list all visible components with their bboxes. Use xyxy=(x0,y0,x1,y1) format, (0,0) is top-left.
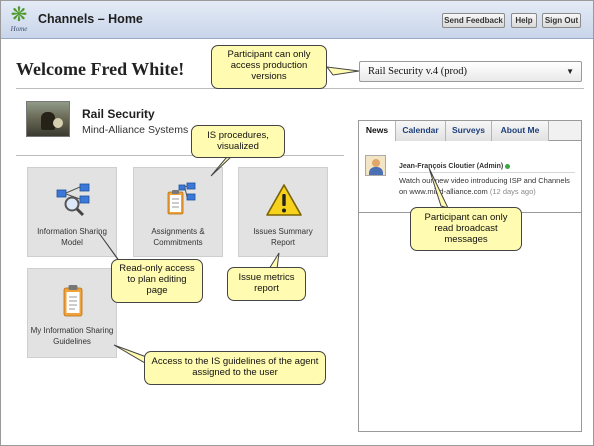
help-button[interactable]: Help xyxy=(511,13,537,28)
tab-about-me[interactable]: About Me xyxy=(492,121,549,141)
channels-home-page: ❋ Home Channels – Home Send Feedback Hel… xyxy=(0,0,594,446)
home-logo[interactable]: ❋ Home xyxy=(6,5,32,35)
avatar xyxy=(365,155,386,176)
callout-read-only-access: Read-only access to plan editing page xyxy=(111,259,203,303)
tile-label: Information Sharing Model xyxy=(37,227,107,247)
tile-assignments-commitments[interactable]: Assignments & Commitments xyxy=(133,167,223,257)
top-bar: ❋ Home Channels – Home Send Feedback Hel… xyxy=(1,1,593,39)
callout-issue-metrics: Issue metrics report xyxy=(227,267,306,301)
callout-production-versions: Participant can only access production v… xyxy=(211,45,327,89)
logo-caption: Home xyxy=(10,25,28,33)
avatar-body xyxy=(369,167,383,175)
news-message-text: Watch our new video introducing ISP and … xyxy=(399,176,570,196)
plan-version-select[interactable]: Rail Security v.4 (prod) ▼ xyxy=(359,61,582,82)
tab-news[interactable]: News xyxy=(359,121,396,142)
snowflake-logo-icon: ❋ xyxy=(10,4,28,26)
network-search-icon xyxy=(56,183,90,217)
news-divider xyxy=(399,172,575,173)
warning-icon xyxy=(266,184,302,216)
tab-surveys[interactable]: Surveys xyxy=(446,121,492,141)
dropdown-arrow-icon: ▼ xyxy=(566,67,574,76)
social-panel: News Calendar Surveys About Me Jean-Fran… xyxy=(358,120,582,432)
tile-label: Assignments & Commitments xyxy=(151,227,205,247)
tile-information-sharing-model[interactable]: Information Sharing Model xyxy=(27,167,117,257)
avatar-head xyxy=(372,159,380,167)
news-author: Jean-François Cloutier (Admin) xyxy=(399,163,511,170)
plan-name: Rail Security xyxy=(82,107,155,121)
callout-broadcast-messages: Participant can only read broadcast mess… xyxy=(410,207,522,251)
tile-label: My Information Sharing Guidelines xyxy=(30,326,114,346)
news-timestamp: (12 days ago) xyxy=(489,186,536,196)
tile-issues-summary-report[interactable]: Issues Summary Report xyxy=(238,167,328,257)
tile-my-information-sharing-guidelines[interactable]: My Information Sharing Guidelines xyxy=(27,268,117,358)
callout-is-guidelines: Access to the IS guidelines of the agent… xyxy=(144,351,326,385)
tile-label: Issues Summary Report xyxy=(253,227,313,247)
plan-version-selected: Rail Security v.4 (prod) xyxy=(368,66,468,77)
clipboard-icon xyxy=(63,285,83,317)
callout-is-procedures: IS procedures, visualized xyxy=(191,125,285,158)
news-message: Watch our new video introducing ISP and … xyxy=(399,176,577,197)
clipboard-network-icon xyxy=(167,182,196,215)
sign-out-button[interactable]: Sign Out xyxy=(542,13,581,28)
app-title: Channels – Home xyxy=(38,12,143,26)
news-feed: Jean-François Cloutier (Admin) Watch our… xyxy=(359,141,581,213)
plan-divider xyxy=(16,155,344,156)
online-status-icon xyxy=(505,163,511,169)
plan-image-detail xyxy=(53,118,63,128)
welcome-heading: Welcome Fred White! xyxy=(16,59,185,79)
tab-strip: News Calendar Surveys About Me xyxy=(359,121,581,142)
send-feedback-button[interactable]: Send Feedback xyxy=(442,13,505,28)
news-author-name: Jean-François Cloutier (Admin) xyxy=(399,163,504,170)
plan-image xyxy=(26,101,70,137)
tab-calendar[interactable]: Calendar xyxy=(396,121,446,141)
plan-organization: Mind-Alliance Systems xyxy=(82,124,189,136)
